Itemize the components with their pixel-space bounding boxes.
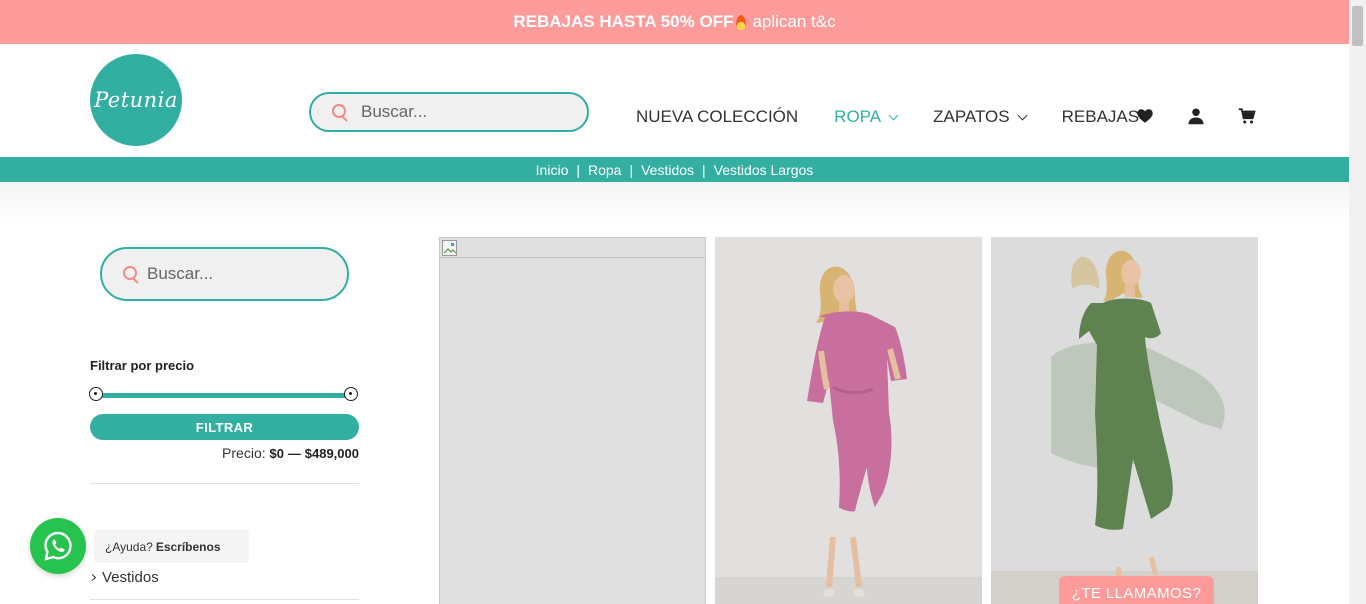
category-label: Vestidos — [102, 569, 159, 586]
chevron-down-icon — [888, 110, 899, 120]
breadcrumb-vestidos[interactable]: Vestidos — [641, 162, 694, 178]
price-slider-min-handle[interactable] — [89, 387, 103, 401]
sidebar-search-input[interactable] — [147, 264, 347, 284]
filter-button[interactable]: FILTRAR — [90, 414, 359, 440]
page: REBAJAS HASTA 50% OFF aplican t&c Petuni… — [0, 0, 1366, 604]
broken-image-icon — [442, 240, 457, 256]
heart-icon[interactable] — [1136, 107, 1154, 125]
scrollbar[interactable] — [1349, 0, 1366, 604]
site-header: Petunia NUEVA COLECCIÓN ROPA ZAPATOS REB… — [0, 44, 1349, 157]
search-icon[interactable] — [122, 265, 137, 283]
whatsapp-question: ¿Ayuda? — [105, 539, 153, 554]
product-image-pink-dress — [715, 237, 982, 604]
breadcrumb: Inicio | Ropa | Vestidos | Vestidos Larg… — [0, 157, 1349, 182]
user-icon[interactable] — [1187, 107, 1205, 125]
scrollbar-thumb[interactable] — [1352, 6, 1363, 46]
price-slider-max-handle[interactable] — [344, 387, 358, 401]
callback-button[interactable]: ¿TE LLAMAMOS? — [1059, 576, 1214, 604]
header-search — [309, 92, 589, 132]
whatsapp-action: Escríbenos — [155, 539, 221, 554]
whatsapp-button[interactable] — [30, 518, 86, 574]
breadcrumb-separator: | — [629, 161, 634, 178]
category-item-vestidos[interactable]: Vestidos — [88, 569, 159, 586]
breadcrumb-separator: | — [576, 161, 580, 178]
price-label: Precio: — [222, 445, 266, 461]
chevron-down-icon — [1017, 110, 1028, 120]
price-max: $489,000 — [304, 446, 359, 461]
chevron-right-icon — [88, 573, 97, 582]
whatsapp-prompt[interactable]: ¿Ayuda? Escríbenos — [94, 530, 249, 563]
price-dash: — — [287, 446, 301, 461]
nav-label: NUEVA COLECCIÓN — [636, 107, 799, 126]
price-range: Precio: $0 — $489,000 — [222, 445, 359, 461]
product-card[interactable] — [991, 237, 1258, 604]
nav-label: ZAPATOS — [933, 107, 1010, 126]
breadcrumb-vestidos-largos: Vestidos Largos — [713, 161, 814, 178]
nav-item-zapatos[interactable]: ZAPATOS — [933, 107, 1028, 127]
logo[interactable]: Petunia — [90, 54, 182, 146]
price-min: $0 — [269, 446, 284, 461]
main-nav: NUEVA COLECCIÓN ROPA ZAPATOS REBAJAS — [636, 106, 1175, 128]
nav-item-ropa[interactable]: ROPA — [834, 107, 899, 127]
header-shadow — [0, 182, 1349, 222]
nav-item-nueva-coleccion[interactable]: NUEVA COLECCIÓN — [636, 107, 798, 127]
header-search-input[interactable] — [361, 102, 561, 122]
sidebar-search — [100, 247, 349, 301]
breadcrumb-inicio[interactable]: Inicio — [536, 162, 569, 178]
sidebar-divider — [90, 599, 359, 600]
product-image-green-dress — [991, 237, 1258, 604]
cart-icon[interactable] — [1238, 107, 1256, 125]
nav-label: REBAJAS — [1061, 107, 1140, 126]
product-card[interactable] — [439, 237, 706, 604]
nav-label: ROPA — [834, 107, 882, 126]
promo-terms: aplican t&c — [752, 12, 836, 31]
search-icon[interactable] — [331, 103, 349, 121]
nav-item-rebajas[interactable]: REBAJAS — [1062, 107, 1139, 127]
logo-text: Petunia — [94, 88, 178, 112]
promo-bar[interactable]: REBAJAS HASTA 50% OFF aplican t&c — [0, 0, 1349, 44]
price-slider-track[interactable] — [96, 393, 352, 398]
promo-headline: REBAJAS HASTA 50% OFF — [513, 12, 734, 31]
breadcrumb-ropa[interactable]: Ropa — [588, 162, 621, 178]
image-border — [440, 257, 705, 258]
whatsapp-icon — [44, 531, 72, 561]
product-card[interactable] — [715, 237, 982, 604]
fire-icon — [736, 14, 747, 30]
sidebar-divider — [90, 483, 359, 484]
breadcrumb-separator: | — [702, 161, 706, 178]
filter-title: Filtrar por precio — [90, 358, 195, 373]
